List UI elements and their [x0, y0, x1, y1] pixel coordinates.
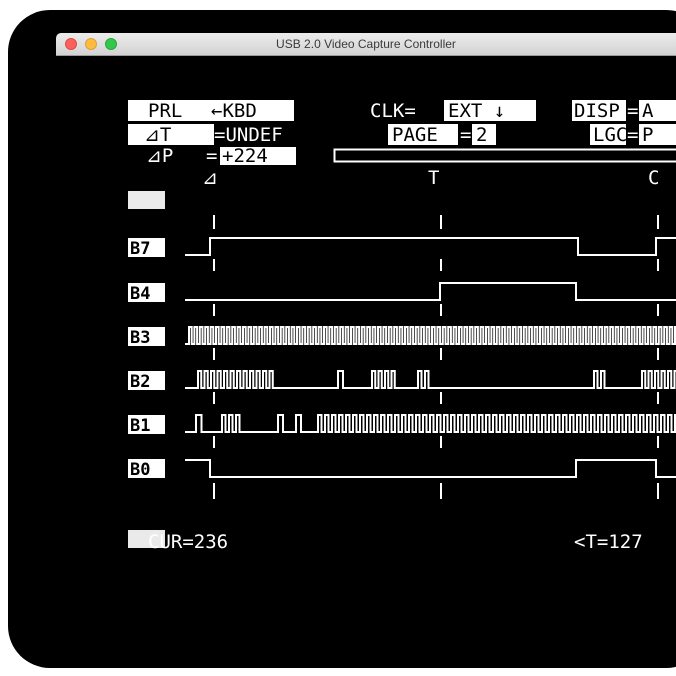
- cursor-readout: CUR=236: [148, 531, 228, 553]
- top-cursor-box[interactable]: [128, 191, 165, 209]
- channel-b4-label: B4: [130, 284, 150, 304]
- waveform-b4: [185, 282, 676, 301]
- delta-t-label: ⊿T: [144, 124, 171, 146]
- window-title: USB 2.0 Video Capture Controller: [276, 37, 456, 51]
- page-value: 2: [476, 124, 487, 146]
- channel-b3-label: B3: [130, 328, 150, 348]
- waveform-b7: [185, 237, 676, 256]
- lgc-label: LGC: [593, 124, 627, 146]
- delta-t-value: =UNDEF: [214, 124, 283, 146]
- waveforms: [185, 237, 676, 478]
- disp-value: A: [642, 100, 654, 122]
- waveform-b2: [185, 370, 676, 389]
- prl-block: [196, 100, 210, 121]
- prl-label: PRL: [148, 100, 182, 122]
- page-label: PAGE: [392, 124, 438, 146]
- disp-label: DISP: [574, 100, 620, 122]
- analyzer-screen: PRL ←KBD CLK= EXT ↓ DISP = A ⊿T =UNDEF P…: [128, 100, 676, 553]
- marker-ticks: [213, 215, 659, 499]
- position-bar[interactable]: [333, 148, 676, 163]
- cursor-marker: C: [648, 167, 659, 189]
- lgc-eq: =: [627, 124, 638, 146]
- disp-eq: =: [627, 100, 638, 122]
- app-window: USB 2.0 Video Capture Controller PRL ←KB…: [56, 33, 676, 598]
- waveform-b3: [185, 326, 676, 345]
- delta-p-eq: =: [206, 145, 217, 167]
- lgc-value: P: [642, 124, 653, 146]
- delta-p-value: +224: [222, 145, 268, 167]
- delta-p-label: ⊿P: [146, 145, 173, 167]
- kbd-label: ←KBD: [211, 100, 257, 122]
- clk-label: CLK=: [370, 100, 416, 122]
- delta-marker: ⊿: [202, 167, 218, 189]
- page-eq: =: [460, 124, 471, 146]
- channel-b0-label: B0: [130, 460, 150, 480]
- channel-b7-label: B7: [130, 239, 150, 259]
- channel-b2-label: B2: [130, 372, 150, 392]
- channel-b1-label: B1: [130, 416, 150, 436]
- waveform-b1: [185, 414, 676, 433]
- trigger-marker: T: [428, 167, 439, 189]
- trigger-time-readout: <T=127: [574, 531, 643, 553]
- title-bar[interactable]: USB 2.0 Video Capture Controller: [56, 33, 676, 56]
- clk-value: EXT ↓: [448, 100, 505, 122]
- waveform-b0: [185, 459, 676, 478]
